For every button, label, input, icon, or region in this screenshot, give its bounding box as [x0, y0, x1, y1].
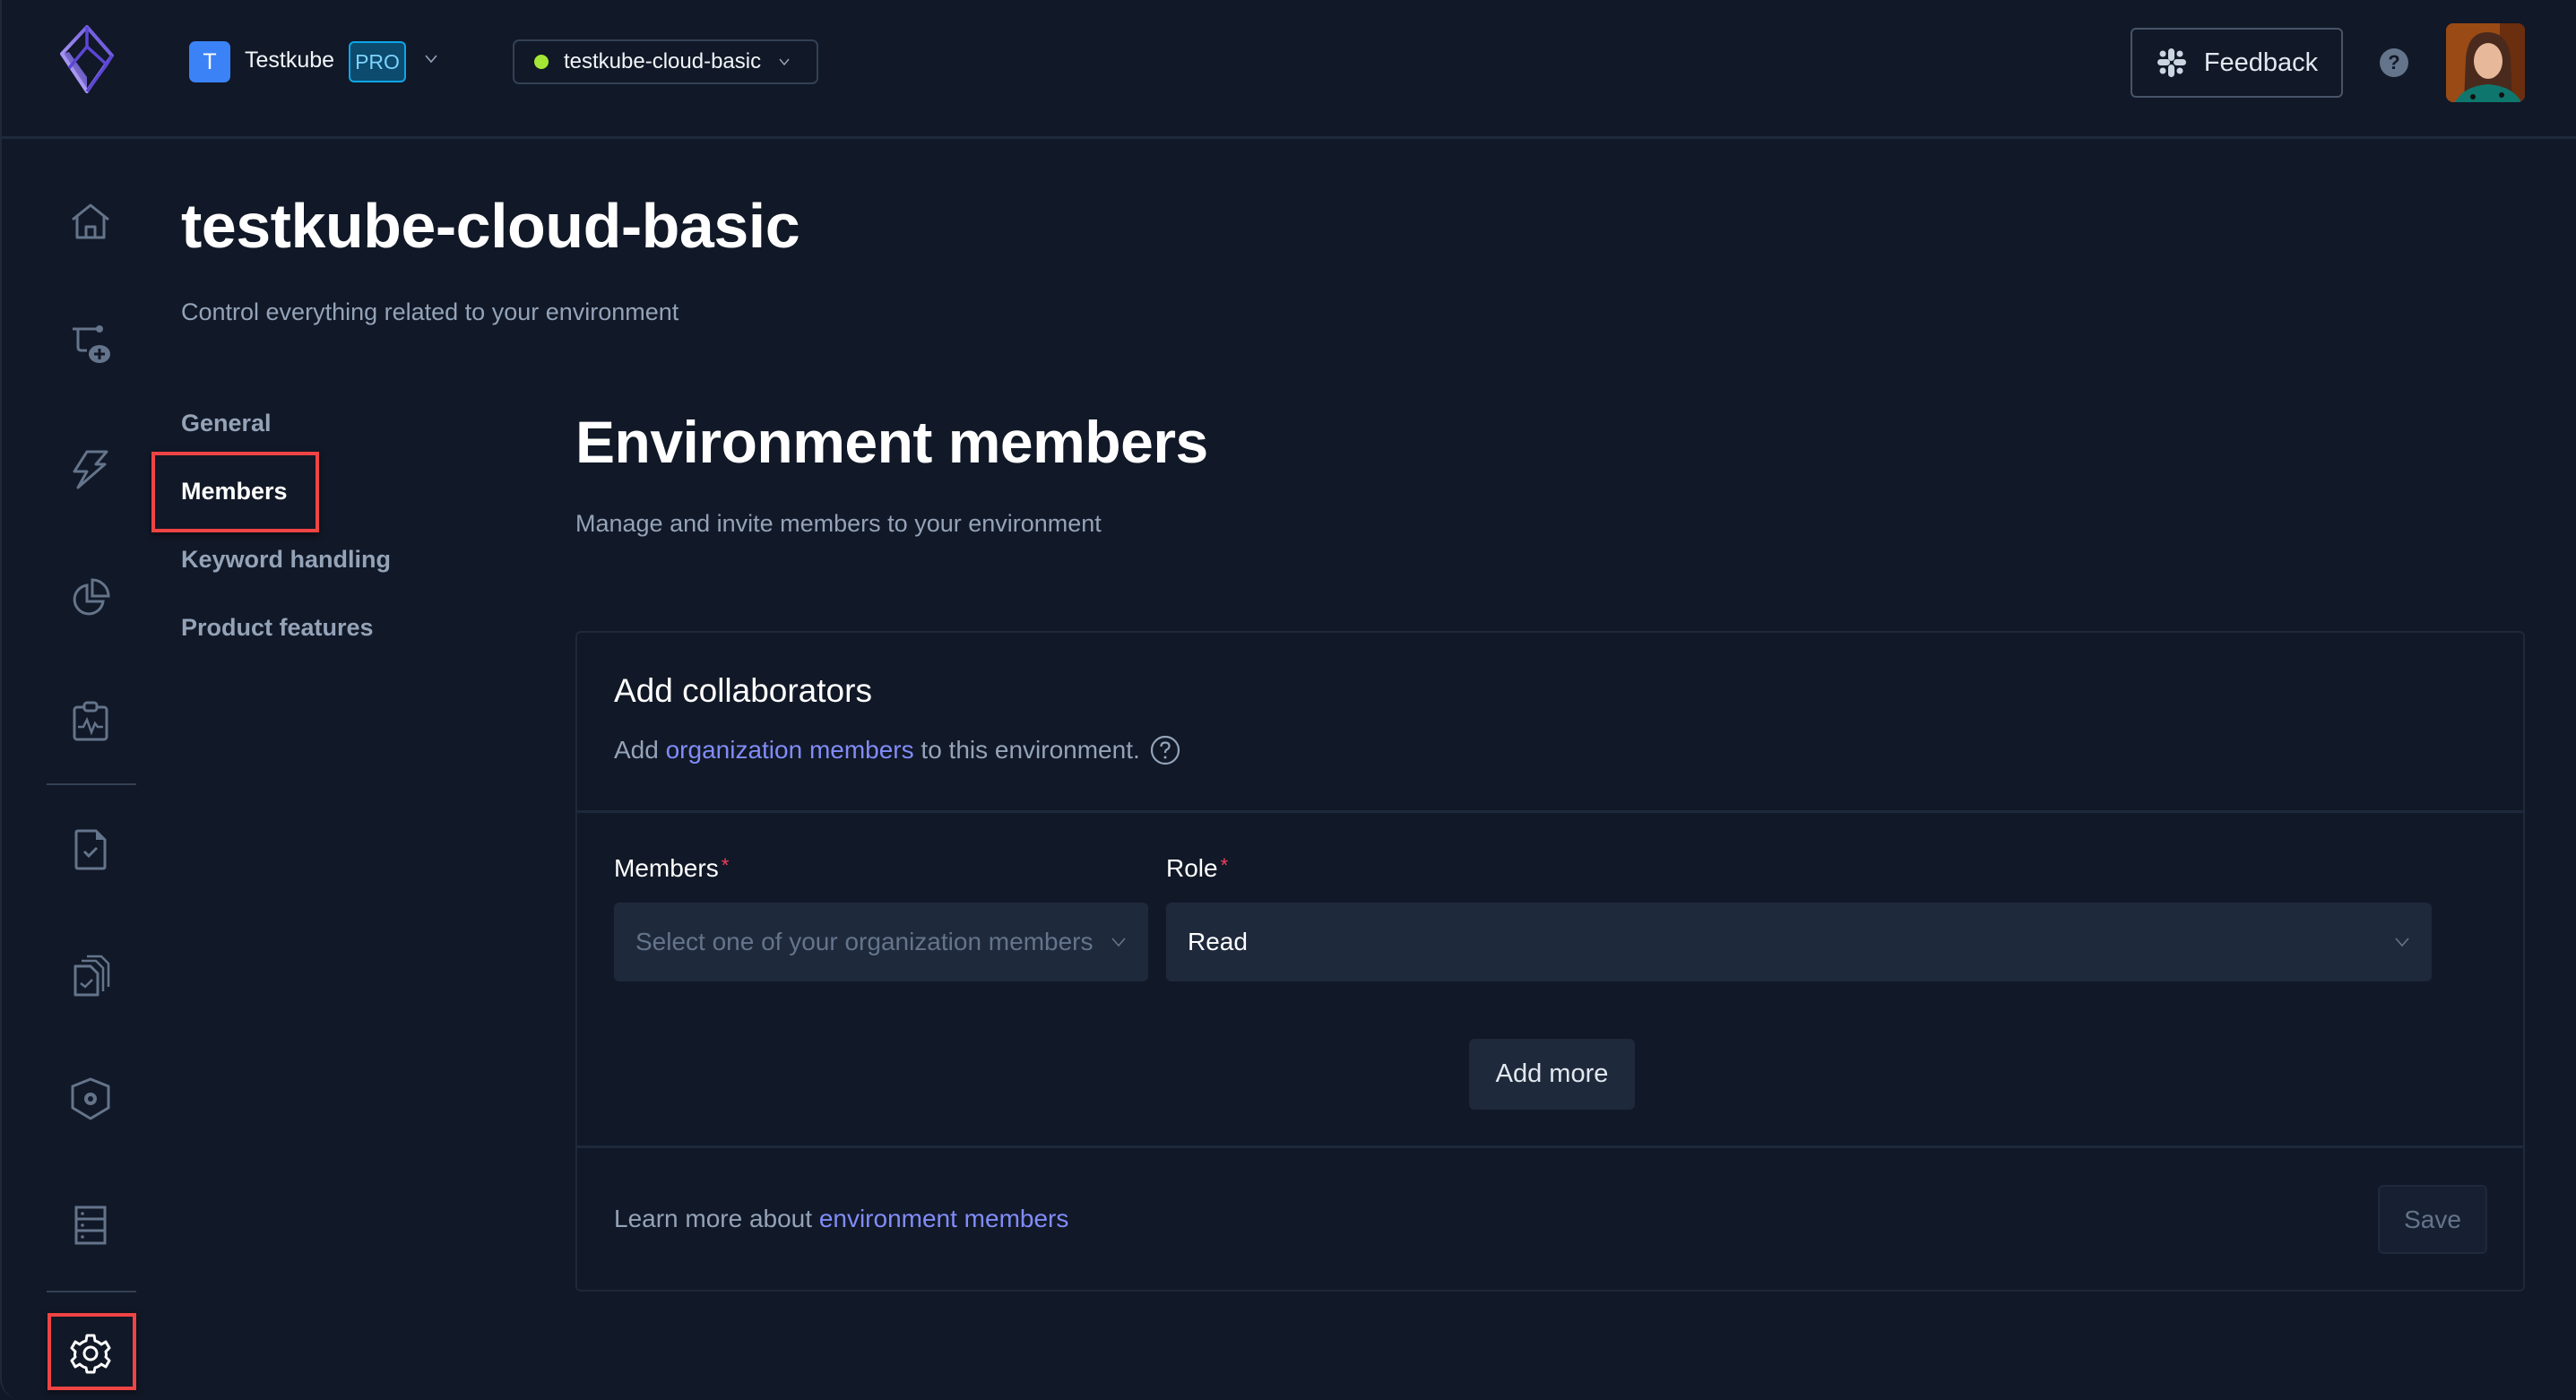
members-select[interactable]: Select one of your organization members [614, 903, 1148, 981]
learn-more-text: Learn more about environment members [614, 1205, 1069, 1232]
environment-selector[interactable]: testkube-cloud-basic [513, 39, 818, 84]
required-mark: * [721, 854, 730, 877]
app-window: T Testkube PRO testkube-cloud-basic Feed… [0, 0, 2576, 1400]
add-collaborators-card: Add collaborators Add organization membe… [575, 631, 2525, 1292]
card-description: Add organization members to this environ… [614, 734, 1181, 766]
status-dot [534, 55, 549, 69]
page-subtitle: Control everything related to your envir… [181, 298, 679, 325]
home-icon [72, 203, 109, 239]
plan-badge: PRO [349, 41, 406, 82]
environment-name: testkube-cloud-basic [564, 49, 762, 73]
role-label: Role * [1166, 854, 1229, 882]
pie-chart-icon [73, 578, 110, 616]
environment-members-link[interactable]: environment members [819, 1205, 1069, 1232]
sidebar-item-triggers[interactable] [67, 446, 114, 493]
members-placeholder: Select one of your organization members [635, 928, 1094, 955]
testkube-logo-icon[interactable] [51, 23, 123, 102]
workflow-add-icon [73, 325, 110, 363]
save-button[interactable]: Save [2378, 1185, 2487, 1254]
sidebar-item-status-pages[interactable] [67, 698, 114, 745]
sidebar-item-tests[interactable] [67, 826, 114, 873]
settings-nav-general[interactable]: General [181, 410, 272, 437]
help-circle-icon[interactable] [1149, 734, 1181, 766]
role-select[interactable]: Read [1166, 903, 2432, 981]
sidebar-item-test-suites[interactable] [67, 953, 114, 999]
sidebar-item-insights[interactable] [67, 575, 114, 621]
sidebar [2, 142, 136, 1400]
settings-nav-product-features[interactable]: Product features [181, 614, 374, 642]
page-title: testkube-cloud-basic [181, 191, 800, 261]
card-divider [577, 1145, 2523, 1148]
workspace-name[interactable]: Testkube [245, 48, 334, 73]
sidebar-item-add-test-workflow[interactable] [67, 322, 114, 368]
shield-gear-icon [71, 1077, 110, 1120]
help-icon[interactable]: ? [2380, 48, 2408, 77]
clipboard-pulse-icon [73, 701, 108, 741]
members-highlight-box [151, 452, 319, 532]
chevron-down-icon [1111, 938, 1126, 947]
user-avatar[interactable] [2446, 23, 2525, 102]
required-mark: * [1220, 854, 1229, 877]
settings-highlight-box [48, 1313, 136, 1390]
sidebar-divider [47, 1291, 136, 1292]
avatar-photo [2446, 23, 2525, 102]
files-check-icon [73, 955, 110, 997]
section-title: Environment members [575, 409, 1208, 475]
members-label: Members * [614, 854, 730, 882]
card-divider [577, 810, 2523, 813]
file-check-icon [74, 829, 107, 870]
role-value: Read [1188, 928, 1248, 955]
organization-members-link[interactable]: organization members [666, 736, 914, 765]
sidebar-item-home[interactable] [67, 198, 114, 245]
sidebar-item-sources[interactable] [67, 1202, 114, 1249]
desc-suffix: to this environment. [913, 736, 1140, 764]
feedback-label: Feedback [2203, 48, 2319, 77]
sidebar-item-executors[interactable] [67, 1076, 114, 1122]
slack-icon [2157, 48, 2186, 77]
settings-nav-keyword-handling[interactable]: Keyword handling [181, 546, 391, 574]
sidebar-divider [47, 783, 136, 785]
feedback-button[interactable]: Feedback [2131, 28, 2343, 98]
chevron-down-icon [2395, 938, 2409, 947]
server-icon [74, 1206, 107, 1245]
card-title: Add collaborators [614, 672, 872, 709]
chevron-down-icon[interactable] [423, 50, 439, 66]
section-subtitle: Manage and invite members to your enviro… [575, 510, 1102, 537]
desc-prefix: Add [614, 736, 666, 764]
lightning-icon [73, 450, 108, 489]
top-header: T Testkube PRO testkube-cloud-basic Feed… [2, 0, 2576, 139]
add-more-button[interactable]: Add more [1469, 1039, 1635, 1110]
workspace-avatar[interactable]: T [189, 41, 230, 82]
chevron-down-icon [779, 58, 790, 66]
